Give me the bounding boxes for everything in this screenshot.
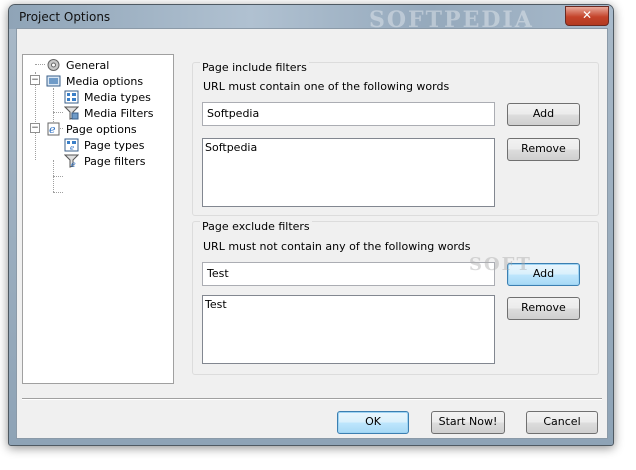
tree-item-label: General <box>66 59 110 72</box>
ok-button[interactable]: OK <box>337 411 409 434</box>
options-tree[interactable]: General − Media options Media types Medi… <box>22 54 174 384</box>
exclude-group-title: Page exclude filters <box>200 220 312 233</box>
tree-connector <box>53 112 63 113</box>
include-add-button[interactable]: Add <box>507 103 580 126</box>
close-button[interactable]: ✕ <box>565 6 609 26</box>
tree-item-label: Media Filters <box>84 107 154 120</box>
tree-connector <box>53 192 63 193</box>
tree-item-label: Media types <box>84 91 151 104</box>
include-word-input[interactable]: Softpedia <box>202 102 495 126</box>
gear-icon <box>47 59 60 71</box>
svg-text:e: e <box>49 123 56 136</box>
include-description: URL must contain one of the following wo… <box>203 80 450 93</box>
media-options-icon <box>46 75 61 87</box>
media-types-icon <box>64 90 79 104</box>
page-types-icon: e <box>64 138 79 152</box>
tree-item-label: Page filters <box>84 155 146 168</box>
project-options-window: Project Options SOFTPEDIA ✕ General − Me… <box>8 4 614 446</box>
exclude-input-value: Test <box>207 267 229 280</box>
exclude-word-input[interactable]: Test <box>202 262 495 286</box>
svg-text:e: e <box>71 160 76 168</box>
tree-connector <box>53 176 63 177</box>
include-words-list[interactable]: Softpedia <box>202 138 495 207</box>
tree-item-label: Media options <box>66 75 144 88</box>
exclude-remove-button[interactable]: Remove <box>507 297 580 320</box>
tree-item-label: Page options <box>66 123 137 136</box>
tree-item-label: Page types <box>84 139 145 152</box>
list-item[interactable]: Test <box>205 298 227 311</box>
include-group-title: Page include filters <box>200 61 309 74</box>
page-filters-icon: e <box>64 154 79 168</box>
footer-divider <box>22 398 602 400</box>
media-filters-icon <box>64 106 79 120</box>
window-title: Project Options <box>19 10 111 24</box>
exclude-description: URL must not contain any of the followin… <box>203 240 471 253</box>
collapse-icon[interactable]: − <box>30 123 40 133</box>
svg-text:e: e <box>70 144 74 152</box>
start-now-button[interactable]: Start Now! <box>431 411 505 434</box>
include-remove-button[interactable]: Remove <box>507 138 580 161</box>
close-icon: ✕ <box>581 8 593 22</box>
title-bar[interactable]: Project Options SOFTPEDIA ✕ <box>9 5 613 33</box>
include-filters-group: Page include filters URL must contain on… <box>192 61 599 216</box>
tree-connector <box>35 72 36 160</box>
softpedia-watermark-small: SOFT <box>469 254 532 275</box>
list-item[interactable]: Softpedia <box>205 141 257 154</box>
cancel-button[interactable]: Cancel <box>526 411 598 434</box>
tree-connector <box>35 64 45 65</box>
exclude-words-list[interactable]: Test <box>202 295 495 364</box>
dialog-client-area: General − Media options Media types Medi… <box>16 28 608 439</box>
page-options-icon: e <box>47 122 60 136</box>
collapse-icon[interactable]: − <box>30 75 40 85</box>
include-input-value: Softpedia <box>207 107 260 120</box>
exclude-filters-group: Page exclude filters URL must not contai… <box>192 220 599 375</box>
